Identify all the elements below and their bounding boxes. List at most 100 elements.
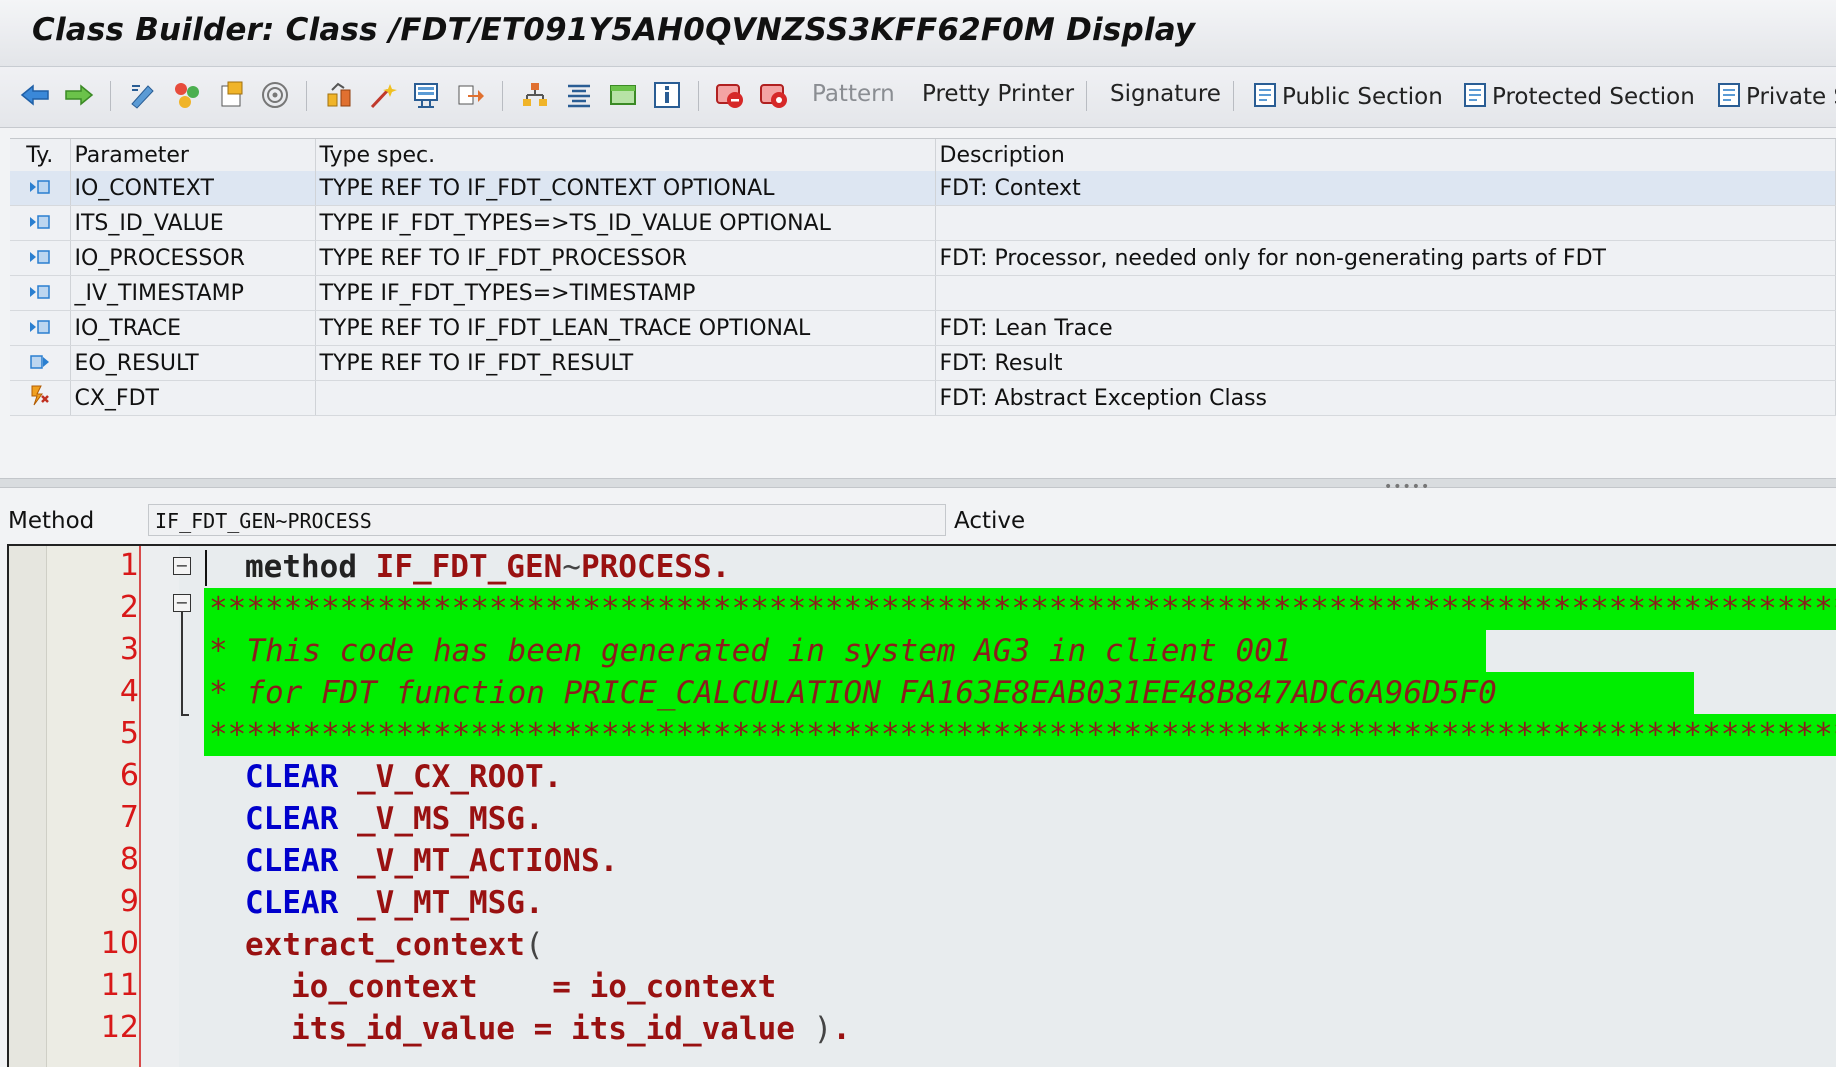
code-text[interactable]: io_context = io_context [291, 966, 776, 1008]
type-spec-cell[interactable]: TYPE REF TO IF_FDT_RESULT [315, 345, 936, 381]
code-line[interactable]: 11 io_context = io_context [9, 966, 1836, 1008]
method-name-field[interactable]: IF_FDT_GEN~PROCESS [148, 504, 946, 536]
private-section-button[interactable]: Private S [1716, 81, 1836, 110]
parameter-row[interactable]: IO_PROCESSOR TYPE REF TO IF_FDT_PROCESSOR… [10, 240, 1836, 276]
header-row: Ty. Parameter Type spec. Description [10, 139, 1836, 171]
pattern-button[interactable]: Pattern [812, 81, 895, 107]
description-cell[interactable]: FDT: Processor, needed only for non-gene… [935, 240, 1836, 276]
abap-code-editor[interactable]: − − 1 method IF_FDT_GEN~PROCESS. 2 *****… [7, 544, 1836, 1067]
type-spec-cell[interactable]: TYPE REF TO IF_FDT_CONTEXT OPTIONAL [315, 171, 936, 206]
other-object-icon[interactable] [214, 78, 248, 112]
code-line[interactable]: 12 its_id_value = its_id_value ). [9, 1008, 1836, 1050]
code-text[interactable]: CLEAR _V_MS_MSG. [245, 798, 544, 840]
type-spec-cell[interactable]: TYPE IF_FDT_TYPES=>TIMESTAMP [315, 275, 936, 311]
info-icon[interactable] [650, 78, 684, 112]
parameter-table: Ty. Parameter Type spec. Description IO_… [10, 138, 1836, 421]
protected-section-button[interactable]: Protected Section [1462, 81, 1695, 110]
type-spec-cell[interactable]: TYPE REF TO IF_FDT_LEAN_TRACE OPTIONAL [315, 310, 936, 346]
parameter-name-cell[interactable]: ITS_ID_VALUE [70, 205, 316, 241]
code-line[interactable]: 4 * for FDT function PRICE_CALCULATION F… [9, 672, 1836, 714]
code-text[interactable]: CLEAR _V_MT_MSG. [245, 882, 544, 924]
navigate-icon[interactable] [454, 78, 488, 112]
code-comment[interactable]: * This code has been generated in system… [209, 630, 1292, 672]
code-text[interactable]: CLEAR _V_CX_ROOT. [245, 756, 562, 798]
back-arrow-icon[interactable] [18, 78, 52, 112]
description-cell[interactable]: FDT: Abstract Exception Class [935, 380, 1836, 416]
type-spec-cell[interactable]: TYPE REF TO IF_FDT_PROCESSOR [315, 240, 936, 276]
code-comment[interactable]: ****************************************… [209, 714, 1836, 756]
parameter-name-cell[interactable]: IO_TRACE [70, 310, 316, 346]
pane-splitter[interactable]: ••••• [0, 478, 1836, 495]
description-cell[interactable] [935, 205, 1836, 241]
check-icon[interactable] [322, 78, 356, 112]
code-comment[interactable]: * for FDT function PRICE_CALCULATION FA1… [209, 672, 1497, 714]
importing-parameter-icon [10, 240, 71, 276]
active-inactive-icon[interactable] [170, 78, 204, 112]
line-number: 11 [100, 968, 139, 1003]
description-cell[interactable]: FDT: Lean Trace [935, 310, 1836, 346]
protected-section-label: Protected Section [1492, 84, 1695, 110]
toolbar-separator [698, 81, 699, 111]
outline-icon[interactable] [562, 78, 596, 112]
parameter-row[interactable]: ITS_ID_VALUE TYPE IF_FDT_TYPES=>TS_ID_VAL… [10, 205, 1836, 241]
parameter-row[interactable]: IO_CONTEXT TYPE REF TO IF_FDT_CONTEXT OPT… [10, 171, 1836, 206]
signature-button[interactable]: Signature [1110, 81, 1221, 107]
activate-icon[interactable] [366, 78, 400, 112]
code-line[interactable]: 8 CLEAR _V_MT_ACTIONS. [9, 840, 1836, 882]
method-status: Active [954, 508, 1026, 534]
pretty-printer-button[interactable]: Pretty Printer [922, 81, 1074, 107]
code-text[interactable]: method IF_FDT_GEN~PROCESS. [245, 546, 730, 588]
display-change-icon[interactable] [126, 78, 160, 112]
parameter-rows: IO_CONTEXT TYPE REF TO IF_FDT_CONTEXT OPT… [10, 171, 1836, 416]
column-header-description[interactable]: Description [935, 139, 1836, 171]
code-text[interactable]: CLEAR _V_MT_ACTIONS. [245, 840, 618, 882]
column-header-type-spec[interactable]: Type spec. [315, 139, 936, 171]
code-line[interactable]: 10 extract_context( [9, 924, 1836, 966]
description-cell[interactable]: FDT: Result [935, 345, 1836, 381]
code-line[interactable]: 7 CLEAR _V_MS_MSG. [9, 798, 1836, 840]
where-used-icon[interactable] [258, 78, 292, 112]
set-breakpoint-icon[interactable] [714, 78, 748, 112]
line-number: 9 [119, 884, 139, 919]
method-info-bar: Method IF_FDT_GEN~PROCESS Active [0, 500, 1836, 540]
parameter-name-cell[interactable]: EO_RESULT [70, 345, 316, 381]
method-label: Method [8, 508, 95, 534]
application-toolbar: Pattern Pretty Printer Signature Public … [0, 67, 1836, 128]
parameter-name-cell[interactable]: IO_PROCESSOR [70, 240, 316, 276]
code-line[interactable]: 2 **************************************… [9, 588, 1836, 630]
code-text[interactable]: its_id_value = its_id_value ). [291, 1008, 851, 1050]
private-section-label: Private S [1746, 84, 1836, 110]
column-header-ty[interactable]: Ty. [10, 139, 71, 171]
session-breakpoint-icon[interactable] [758, 78, 792, 112]
code-line[interactable]: 9 CLEAR _V_MT_MSG. [9, 882, 1836, 924]
code-comment[interactable]: ****************************************… [209, 588, 1836, 630]
description-cell[interactable] [935, 275, 1836, 311]
code-line[interactable]: 1 method IF_FDT_GEN~PROCESS. [9, 546, 1836, 588]
parameter-row[interactable]: IO_TRACE TYPE REF TO IF_FDT_LEAN_TRACE OP… [10, 310, 1836, 346]
exception-parameter-icon [10, 380, 71, 416]
type-spec-cell[interactable]: TYPE IF_FDT_TYPES=>TS_ID_VALUE OPTIONAL [315, 205, 936, 241]
type-spec-cell[interactable] [315, 380, 936, 416]
splitter-grip-icon[interactable]: ••••• [1384, 479, 1430, 495]
line-number: 6 [119, 758, 139, 793]
parameter-name-cell[interactable]: _IV_TIMESTAMP [70, 275, 316, 311]
parameter-row[interactable]: CX_FDT FDT: Abstract Exception Class [10, 380, 1836, 416]
parameter-name-cell[interactable]: IO_CONTEXT [70, 171, 316, 206]
fullscreen-icon[interactable] [606, 78, 640, 112]
code-line[interactable]: 6 CLEAR _V_CX_ROOT. [9, 756, 1836, 798]
hierarchy-icon[interactable] [518, 78, 552, 112]
code-line[interactable]: 3 * This code has been generated in syst… [9, 630, 1836, 672]
parameter-row[interactable]: _IV_TIMESTAMP TYPE IF_FDT_TYPES=>TIMESTAM… [10, 275, 1836, 311]
description-cell[interactable]: FDT: Context [935, 171, 1836, 206]
code-text[interactable]: extract_context( [245, 924, 544, 966]
forward-arrow-icon[interactable] [62, 78, 96, 112]
test-icon[interactable] [410, 78, 444, 112]
parameter-name-cell[interactable]: CX_FDT [70, 380, 316, 416]
section-icon [1716, 81, 1744, 109]
line-number: 5 [119, 716, 139, 751]
column-header-parameter[interactable]: Parameter [70, 139, 316, 171]
exporting-parameter-icon [10, 345, 71, 381]
public-section-button[interactable]: Public Section [1252, 81, 1443, 110]
parameter-row[interactable]: EO_RESULT TYPE REF TO IF_FDT_RESULT FDT: R… [10, 345, 1836, 381]
code-line[interactable]: 5 **************************************… [9, 714, 1836, 756]
